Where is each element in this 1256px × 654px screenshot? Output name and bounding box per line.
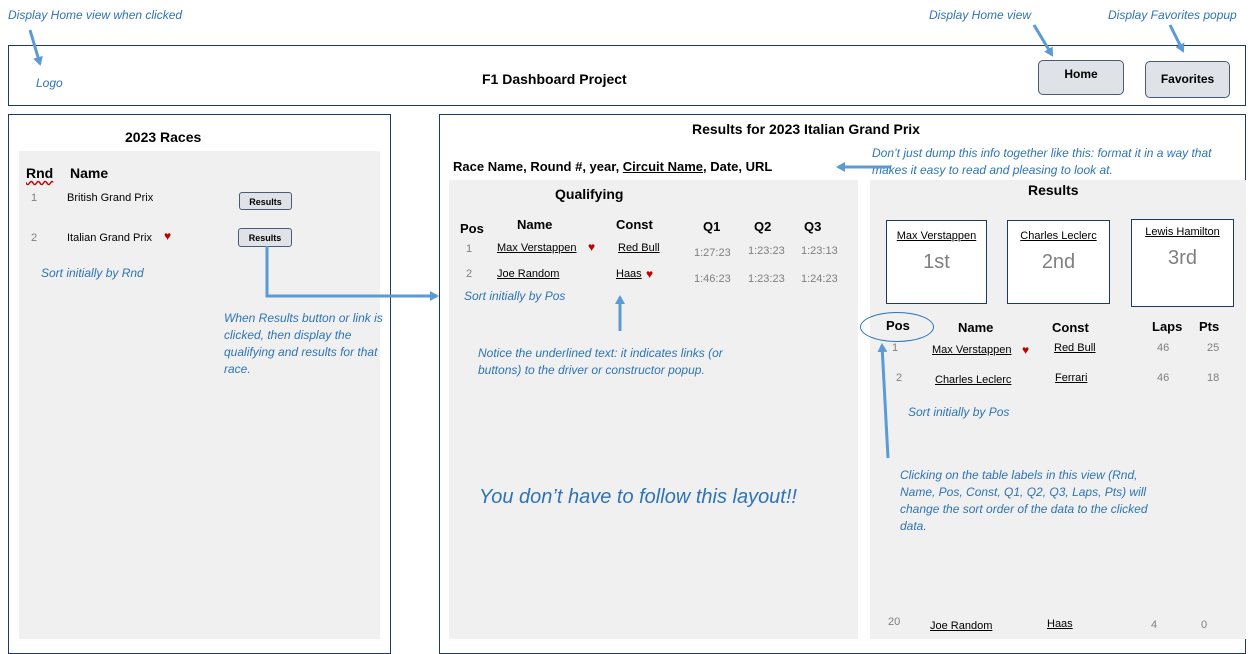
arrow-icon: [1032, 24, 1054, 57]
annotation-arrows: [28, 24, 1185, 459]
arrow-icon: [877, 343, 890, 459]
arrow-icon: [265, 246, 439, 301]
arrow-icon: [28, 29, 43, 66]
arrow-icon: [1168, 24, 1185, 53]
